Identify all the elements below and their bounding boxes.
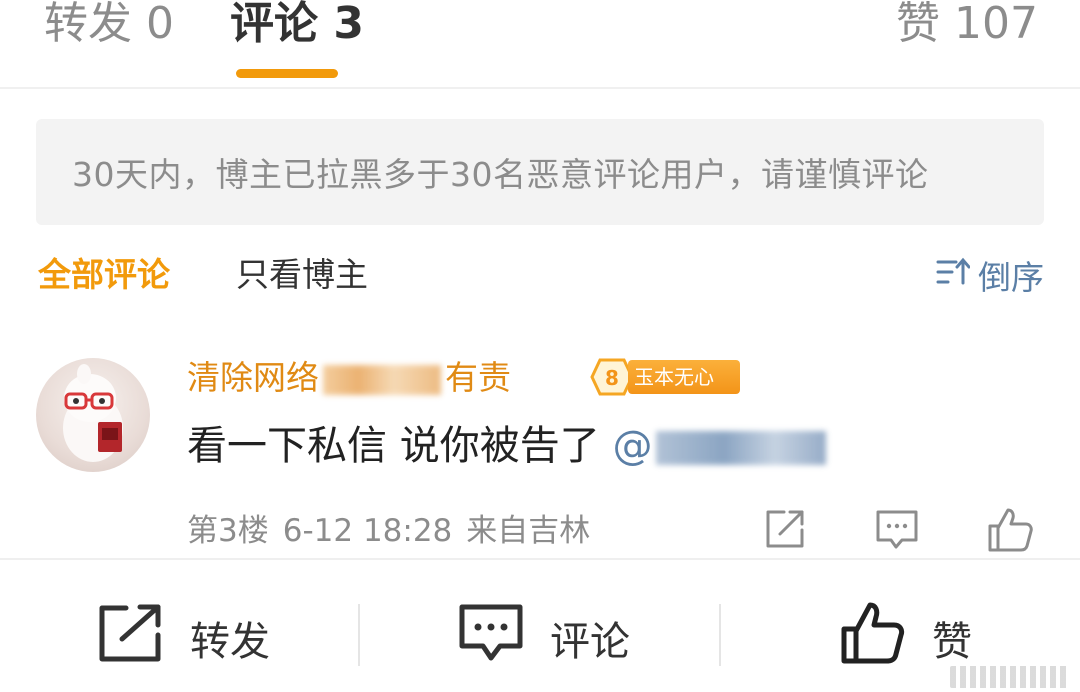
comment-username[interactable]: 清除网络 有责 [187, 356, 511, 400]
comment-button[interactable]: 评论 [458, 602, 630, 674]
tab-comment[interactable]: 评论 3 [230, 0, 364, 50]
comment-text: 看一下私信 说你被告了 [187, 423, 613, 469]
username-part-end: 有责 [445, 358, 511, 397]
watermark [950, 666, 1070, 688]
username-part-start: 清除网络 [187, 358, 319, 397]
comment-body: 看一下私信 说你被告了 @ [187, 418, 827, 474]
like-label: 赞 [932, 619, 972, 665]
mention-prefix: @ [612, 423, 653, 469]
sort-toggle[interactable]: 倒序 [936, 253, 1044, 297]
username-redacted [323, 364, 441, 395]
like-icon [840, 601, 906, 675]
comment-label: 评论 [550, 619, 630, 665]
like-button[interactable]: 赞 [840, 602, 972, 674]
repost-icon [98, 603, 164, 673]
tab-repost[interactable]: 转发 0 [44, 0, 174, 50]
repost-button[interactable]: 转发 [98, 602, 270, 674]
comment-icon [458, 602, 524, 674]
comment-floor: 第3楼 [187, 513, 269, 549]
badge-label: 玉本无心 [628, 360, 740, 394]
comment-warning-notice: 30天内，博主已拉黑多于30名恶意评论用户，请谨慎评论 [36, 119, 1044, 225]
sort-label: 倒序 [978, 258, 1044, 297]
repost-label: 转发 [190, 619, 270, 665]
mention-link[interactable]: @ [612, 423, 827, 469]
sort-icon [936, 256, 971, 295]
tabs-divider [0, 87, 1080, 89]
comment-location: 来自吉林 [466, 513, 591, 549]
comment-like-icon[interactable] [986, 506, 1033, 552]
bottom-separator [358, 604, 360, 666]
level-number: 8 [605, 366, 619, 390]
bottom-separator [719, 604, 721, 666]
comment-share-icon[interactable] [762, 506, 808, 552]
comment-divider [0, 558, 1080, 560]
user-level-badge[interactable]: 8 玉本无心 [590, 358, 740, 396]
comment-time: 6-12 18:28 [282, 513, 453, 549]
filter-author-only[interactable]: 只看博主 [236, 253, 368, 297]
comment-reply-icon[interactable] [874, 506, 920, 552]
avatar[interactable] [36, 358, 150, 472]
tab-like[interactable]: 赞 107 [896, 0, 1038, 50]
notice-text: 30天内，博主已拉黑多于30名恶意评论用户，请谨慎评论 [72, 155, 929, 194]
filter-all-comments[interactable]: 全部评论 [38, 253, 170, 297]
active-tab-indicator [236, 69, 338, 78]
mention-redacted [656, 431, 827, 465]
comment-meta: 第3楼 6-12 18:28 来自吉林 [187, 509, 604, 553]
